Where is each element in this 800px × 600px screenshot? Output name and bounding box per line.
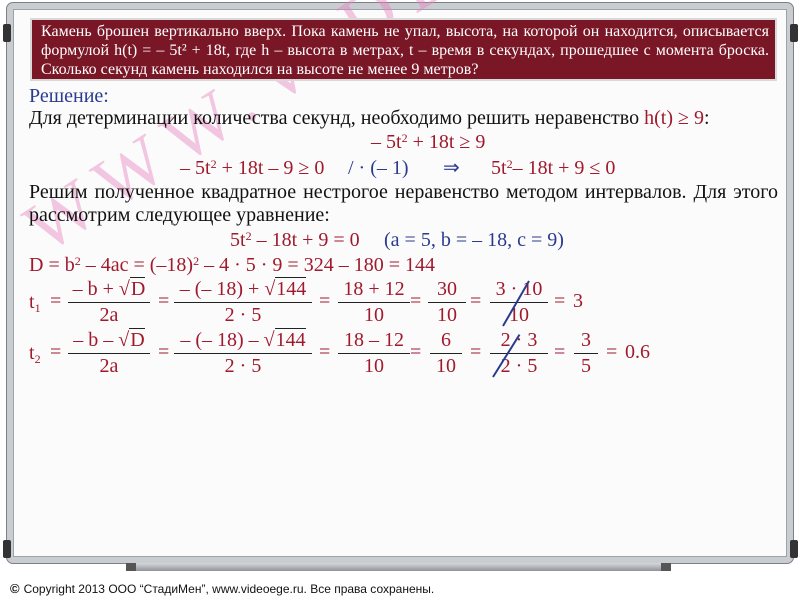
board-clip-bottom-right — [790, 540, 798, 558]
implies-arrow: ⇒ — [443, 157, 460, 179]
multiply-by-minus-one: / · (– 1) — [348, 157, 409, 179]
t2-f2-radicand: 144 — [274, 328, 306, 351]
t2-f1-num: – b – √D — [68, 328, 150, 354]
solution-label: Решение: — [29, 85, 109, 107]
t2-fraction-3: 18 – 12 10 — [338, 329, 410, 378]
t2-f6-num: 3 — [574, 329, 598, 354]
t2-eq-6: = — [554, 341, 566, 363]
t2-f3-den: 10 — [364, 355, 384, 377]
disc-part-b: – 4ac = (–18) — [80, 254, 194, 276]
task-statement: Камень брошен вертикально вверх. Пока ка… — [30, 18, 777, 81]
board-clip-top-left — [3, 24, 11, 42]
t2-eq-1: = — [50, 341, 62, 363]
coefficients: (a = 5, b = – 18, c = 9) — [384, 229, 564, 251]
ineq3-part-a: 5t — [491, 157, 507, 179]
t1-fraction-5: 3 · 10 10 — [490, 278, 548, 327]
t1-f3-num: 18 + 12 — [338, 278, 410, 303]
t1-eq-6: = — [554, 290, 566, 312]
t2-f2-num: – (– 18) – √144 — [174, 328, 312, 354]
t1-f2-radicand: 144 — [275, 277, 307, 300]
marker-tray — [126, 563, 671, 571]
sqrt-icon: √ — [118, 278, 130, 300]
disc-part-c: – 4 · 5 · 9 = 324 – 180 = 144 — [199, 254, 435, 276]
equation-part-b: – 18t + 9 = 0 — [251, 229, 360, 251]
t2-f1-den: 2a — [99, 355, 119, 377]
intro-inequality: h(t) ≥ 9 — [644, 107, 704, 129]
t1-f2-num-a: – (– 18) + — [179, 278, 265, 300]
method-paragraph: Решим полученное квадратное нестрогое не… — [29, 181, 778, 226]
t2-f5-num: 2 · 3 — [490, 329, 548, 354]
board-clip-bottom-left — [3, 540, 11, 558]
t1-eq-3: = — [319, 290, 331, 312]
t2-f2-num-a: – (– 18) – — [180, 329, 264, 351]
t1-subscript: 1 — [34, 301, 41, 315]
t2-eq-7: = — [606, 341, 618, 363]
t2-f1-radicand: D — [129, 328, 145, 351]
ineq1-part-b: + 18t ≥ 9 — [407, 131, 486, 153]
ineq2-part-a: – 5t — [180, 157, 211, 179]
t1-f1-den: 2a — [99, 304, 119, 326]
t2-eq-5: = — [470, 341, 482, 363]
t2-label: t2 — [29, 342, 41, 365]
ineq1-part-a: – 5t — [371, 131, 402, 153]
t1-f3-den: 10 — [364, 304, 384, 326]
t1-eq-2: = — [158, 290, 170, 312]
ineq2-part-b: + 18t – 9 ≥ 0 — [216, 157, 325, 179]
t2-eq-2: = — [158, 341, 170, 363]
intro-colon: : — [703, 107, 710, 129]
tray-end-right — [661, 563, 671, 571]
copyright-icon: © — [10, 581, 20, 596]
t1-f4-den: 10 — [437, 304, 457, 326]
discriminant: D = b2 – 4ac = (–18)2 – 4 · 5 · 9 = 324 … — [29, 254, 435, 277]
sqrt-icon: √ — [118, 329, 130, 351]
t2-f3-num: 18 – 12 — [338, 329, 410, 354]
t1-f2-den: 2 · 5 — [224, 304, 262, 326]
t1-f1-num-a: – b + — [72, 278, 119, 300]
t2-fraction-1: – b – √D 2a — [68, 328, 150, 378]
t1-f4-num: 30 — [428, 278, 466, 303]
inequality-3: 5t2– 18t + 9 ≤ 0 — [491, 157, 615, 180]
t2-fraction-4: 6 10 — [430, 329, 462, 378]
t1-fraction-3: 18 + 12 10 — [338, 278, 410, 327]
t1-fraction-1: – b + √D 2a — [68, 277, 150, 327]
copyright-footer: © Copyright 2013 ООО “СтадиМен”, www.vide… — [10, 581, 434, 596]
t2-f6-den: 5 — [581, 355, 591, 377]
quadratic-equation: 5t2 – 18t + 9 = 0 — [230, 229, 360, 252]
t1-eq-1: = — [50, 290, 62, 312]
t2-fraction-6: 3 5 — [574, 329, 598, 378]
disc-part-a: D = b — [29, 254, 75, 276]
tray-end-left — [126, 563, 136, 571]
equation-part-a: 5t — [230, 229, 246, 251]
t1-eq-4: = — [410, 290, 422, 312]
t1-result: 3 — [573, 290, 583, 312]
inequality-1: – 5t2 + 18t ≥ 9 — [371, 131, 485, 154]
board-clip-top-right — [790, 24, 798, 42]
t1-fraction-4: 30 10 — [428, 278, 466, 327]
t1-fraction-2: – (– 18) + √144 2 · 5 — [174, 277, 312, 327]
t2-fraction-2: – (– 18) – √144 2 · 5 — [174, 328, 312, 378]
solution-intro: Для детерминации количества секунд, необ… — [29, 107, 710, 130]
t1-f2-num: – (– 18) + √144 — [174, 277, 312, 303]
copyright-text: Copyright 2013 ООО “СтадиМен”, www.video… — [23, 582, 435, 596]
intro-text: Для детерминации количества секунд, необ… — [29, 107, 645, 129]
t1-f5-den: 10 — [509, 304, 529, 326]
t1-f1-num: – b + √D — [68, 277, 150, 303]
t1-f1-radicand: D — [129, 277, 146, 300]
t2-f1-num-a: – b – — [73, 329, 119, 351]
t2-result: 0.6 — [625, 341, 650, 363]
t2-f4-den: 10 — [436, 355, 456, 377]
sqrt-icon: √ — [264, 278, 276, 300]
t2-subscript: 2 — [34, 352, 41, 366]
t2-eq-3: = — [319, 341, 331, 363]
t2-f2-den: 2 · 5 — [224, 355, 262, 377]
ineq3-part-b: – 18t + 9 ≤ 0 — [512, 157, 616, 179]
t2-eq-4: = — [410, 341, 422, 363]
t1-label: t1 — [29, 291, 41, 314]
inequality-2: – 5t2 + 18t – 9 ≥ 0 — [180, 157, 324, 180]
t2-f4-num: 6 — [430, 329, 462, 354]
t1-eq-5: = — [470, 290, 482, 312]
sqrt-icon: √ — [263, 329, 275, 351]
